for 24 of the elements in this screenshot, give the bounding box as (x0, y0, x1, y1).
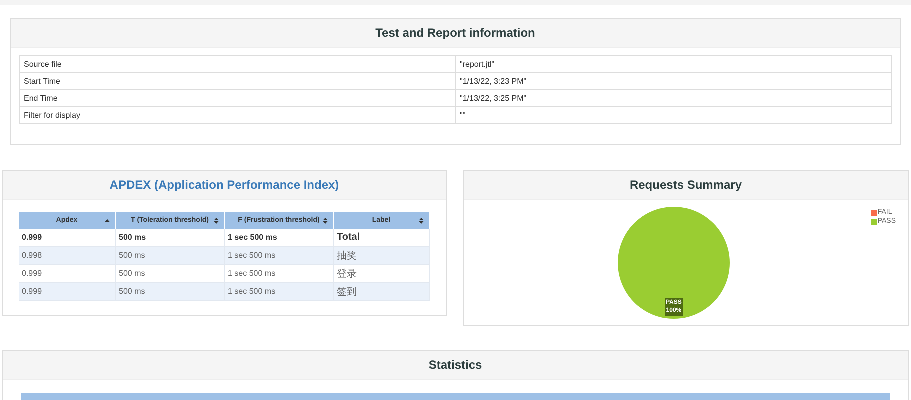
sort-icon (323, 218, 328, 224)
sort-up-icon (105, 218, 110, 224)
table-cell: "report.jtl" (456, 56, 892, 72)
table-cell: 抽奖 (334, 246, 430, 264)
table-cell: "1/13/22, 3:25 PM" (456, 90, 892, 106)
panel-title: APDEX (Application Performance Index) (110, 178, 340, 192)
table-cell: End Time (20, 90, 456, 106)
table-cell: "" (456, 106, 892, 124)
table-cell: Filter for display (20, 106, 456, 124)
table-cell: 签到 (334, 282, 430, 300)
table-cell: 0.998 (19, 246, 116, 264)
table-cell: "1/13/22, 3:23 PM" (456, 72, 892, 90)
table-cell: 500 ms (116, 246, 224, 264)
table-cell: Start Time (20, 72, 456, 90)
sort-icon (419, 218, 424, 224)
panel-title: Requests Summary (630, 178, 742, 192)
table-cell: Source file (20, 56, 456, 72)
panel-title: Test and Report information (376, 26, 536, 40)
table-cell: 0.999 (19, 282, 116, 300)
table-cell: 1 sec 500 ms (224, 282, 334, 300)
sort-icon (214, 218, 219, 224)
panel-title: Statistics (428, 358, 482, 372)
table-cell: 500 ms (116, 282, 224, 300)
table-cell: 1 sec 500 ms (224, 246, 334, 264)
